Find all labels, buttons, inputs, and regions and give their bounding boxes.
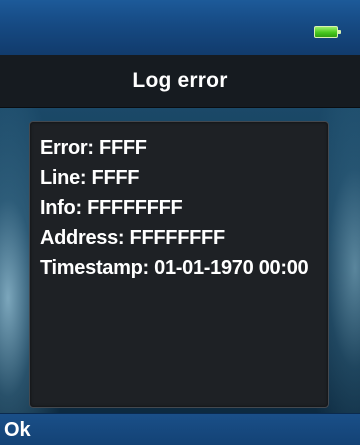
page-title: Log error (132, 69, 228, 92)
error-code-text: Error: FFFF (40, 137, 147, 159)
log-error-dialog: Error: FFFF Line: FFFF Info: FFFFFFFF Ad… (29, 121, 329, 408)
softkey-bar: Ok (0, 413, 360, 445)
title-bar: Log error (0, 55, 360, 108)
ok-softkey-button[interactable]: Ok (4, 414, 37, 445)
timestamp-text: Timestamp: 01-01-1970 00:00 (40, 257, 309, 279)
battery-icon (314, 26, 341, 38)
address-text: Address: FFFFFFFF (40, 227, 225, 249)
status-bar (0, 0, 360, 56)
line-number-text: Line: FFFF (40, 167, 140, 189)
info-text: Info: FFFFFFFF (40, 197, 183, 219)
phone-screen: Log error Error: FFFF Line: FFFF Info: F… (0, 0, 360, 445)
